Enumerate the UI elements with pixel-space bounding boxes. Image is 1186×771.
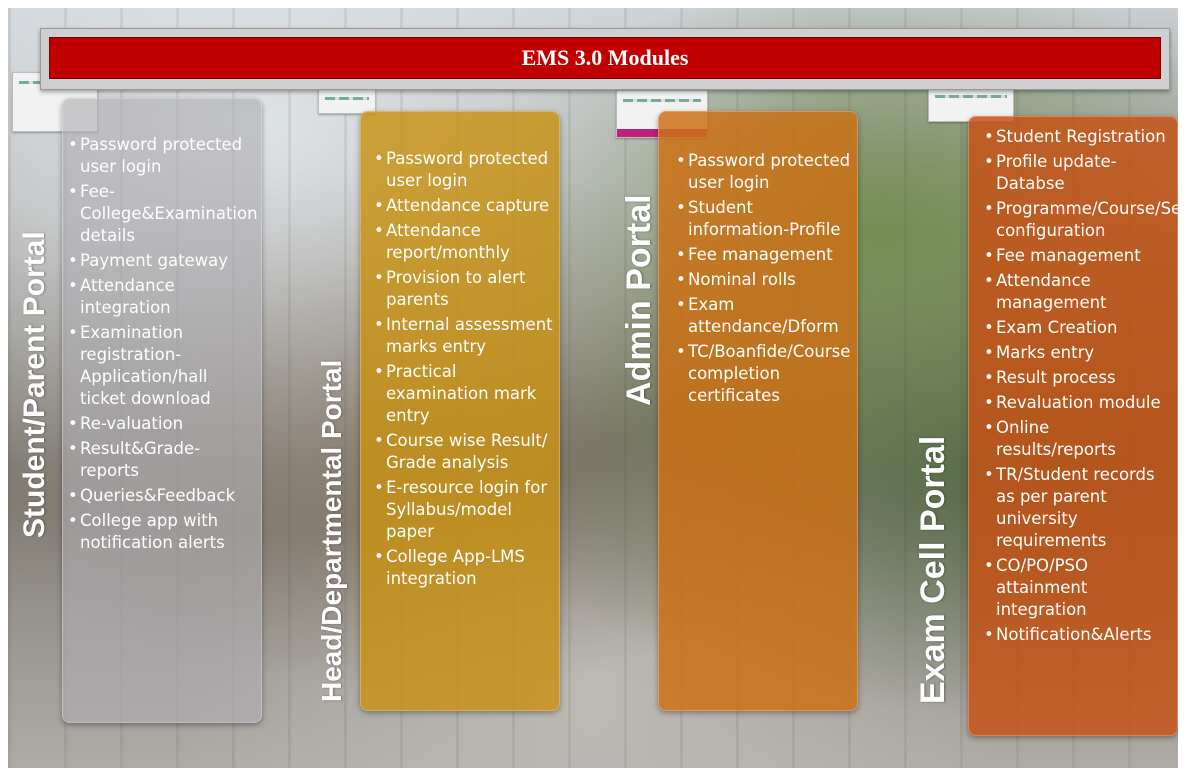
list-item: Notification&Alerts	[984, 624, 1170, 646]
list-item: Internal assessment marks entry	[374, 314, 554, 358]
list-item: Student Registration	[984, 126, 1170, 148]
list-item: Provision to alert parents	[374, 267, 554, 311]
student-parent-portal-label: Student/Parent Portal	[18, 231, 51, 538]
list-item: Fee management	[984, 245, 1170, 267]
head-departmental-portal-label: Head/Departmental Portal	[316, 359, 347, 702]
list-item: Result process	[984, 367, 1170, 389]
list-item: Programme/Course/Semester configuration	[984, 198, 1178, 242]
slide-background: EMS 3.0 Modules Student/Parent Portal Pa…	[8, 8, 1178, 768]
list-item: College App-LMS integration	[374, 546, 554, 590]
list-item: Examination registration-Application/hal…	[68, 322, 250, 410]
admin-portal-label: Admin Portal	[620, 194, 658, 406]
list-item: Fee management	[676, 244, 852, 266]
list-item: Online results/reports	[984, 417, 1170, 461]
list-item: Revaluation module	[984, 392, 1170, 414]
list-item: TC/Boanfide/Course completion certificat…	[676, 341, 852, 407]
list-item: College app with notification alerts	[68, 510, 250, 554]
title-banner: EMS 3.0 Modules	[40, 28, 1170, 90]
list-item: Attendance integration	[68, 275, 250, 319]
list-item: CO/PO/PSO attainment integration	[984, 555, 1170, 621]
list-item: Attendance report/monthly	[374, 220, 554, 264]
list-item: Attendance capture	[374, 195, 554, 217]
list-item: Fee-College&Examination details	[68, 181, 258, 247]
list-item: Course wise Result/ Grade analysis	[374, 430, 554, 474]
title-bar: EMS 3.0 Modules	[49, 37, 1161, 79]
list-item: Profile update-Databse	[984, 151, 1170, 195]
list-item: Exam attendance/Dform	[676, 294, 852, 338]
list-item: Student information-Profile	[676, 197, 852, 241]
list-item: TR/Student records as per parent univers…	[984, 464, 1170, 552]
exam-cell-list: Student Registration Profile update-Data…	[984, 126, 1178, 649]
list-item: Result&Grade-reports	[68, 438, 250, 482]
list-item: Marks entry	[984, 342, 1170, 364]
list-item: E-resource login for Syllabus/model pape…	[374, 477, 554, 543]
head-departmental-list: Password protected user login Attendance…	[374, 148, 554, 593]
page-title: EMS 3.0 Modules	[521, 45, 689, 70]
list-item: Re-valuation	[68, 413, 250, 435]
list-item: Password protected user login	[676, 150, 852, 194]
list-item: Attendance management	[984, 270, 1170, 314]
list-item: Practical examination mark entry	[374, 361, 554, 427]
list-item: Nominal rolls	[676, 269, 852, 291]
list-item: Queries&Feedback	[68, 485, 250, 507]
list-item: Password protected user login	[374, 148, 554, 192]
list-item: Exam Creation	[984, 317, 1170, 339]
student-parent-list: Password protected user login Fee-Colleg…	[68, 134, 258, 557]
admin-list: Password protected user login Student in…	[676, 150, 852, 410]
exam-cell-portal-label: Exam Cell Portal	[914, 435, 952, 704]
list-item: Payment gateway	[68, 250, 250, 272]
list-item: Password protected user login	[68, 134, 250, 178]
